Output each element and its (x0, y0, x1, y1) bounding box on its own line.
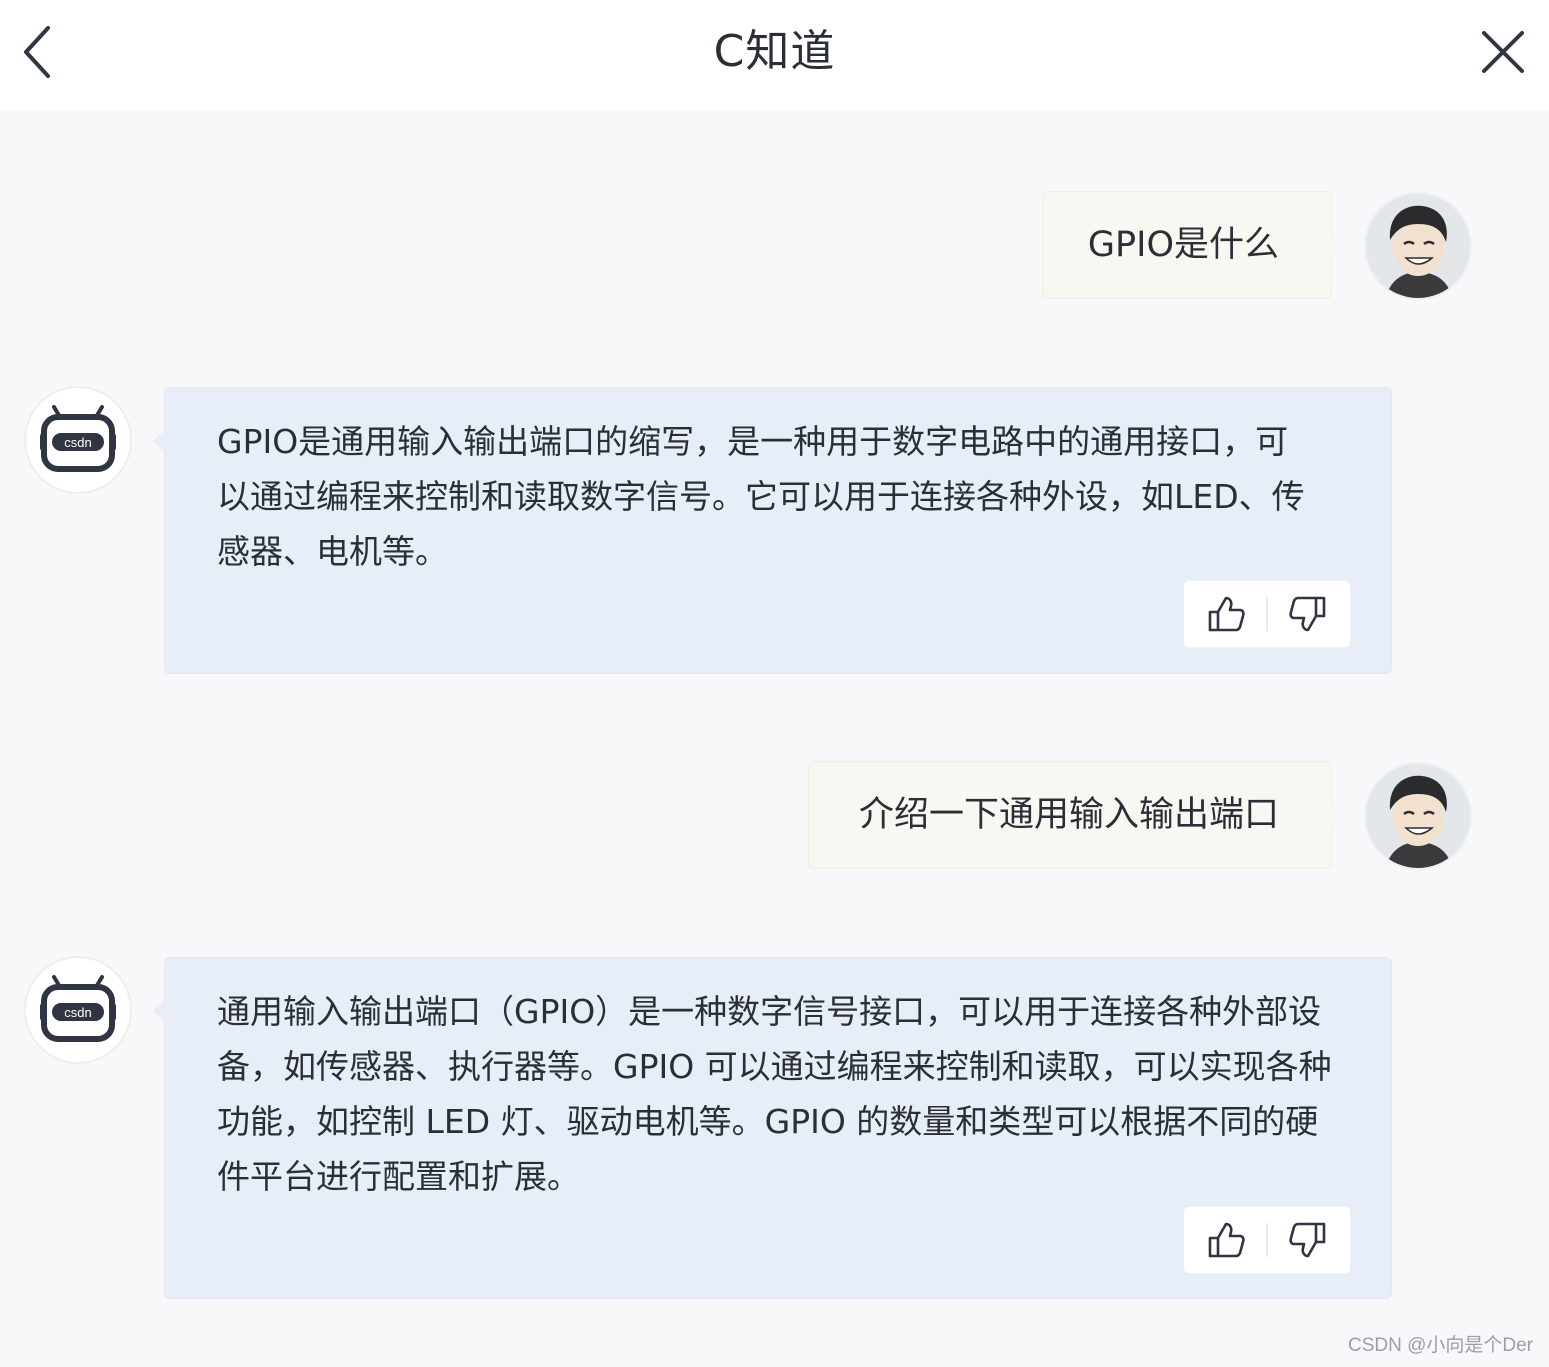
feedback-divider (1266, 1223, 1268, 1257)
close-button[interactable] (1470, 20, 1536, 84)
assistant-message-text: 通用输入输出端口（GPIO）是一种数字信号接口，可以用于连接各种外部设备，如传感… (217, 992, 1332, 1196)
assistant-message-text: GPIO是通用输入输出端口的缩写，是一种用于数字电路中的通用接口，可以通过编程来… (217, 422, 1305, 571)
bot-avatar-label: csdn (64, 1005, 91, 1020)
user-avatar-image (1366, 194, 1470, 298)
user-avatar-image (1366, 764, 1470, 868)
page-title: C知道 (713, 26, 836, 77)
bot-avatar: csdn (24, 956, 132, 1064)
user-message-bubble: 介绍一下通用输入输出端口 (808, 761, 1341, 869)
thumbs-up-icon (1208, 596, 1245, 632)
user-message-text: 介绍一下通用输入输出端口 (858, 795, 1279, 835)
like-button[interactable] (1204, 1216, 1248, 1264)
assistant-message-bubble: 通用输入输出端口（GPIO）是一种数字信号接口，可以用于连接各种外部设备，如传感… (153, 957, 1392, 1299)
dislike-button[interactable] (1286, 590, 1330, 638)
watermark: CSDN @小向是个Der (1347, 1335, 1533, 1356)
assistant-message-bubble: GPIO是通用输入输出端口的缩写，是一种用于数字电路中的通用接口，可以通过编程来… (153, 387, 1392, 674)
feedback-bar (1183, 580, 1351, 648)
close-icon (1482, 31, 1524, 73)
dislike-button[interactable] (1286, 1216, 1330, 1264)
user-avatar[interactable] (1364, 762, 1472, 870)
user-avatar[interactable] (1364, 192, 1472, 300)
feedback-bar (1183, 1206, 1351, 1274)
thumbs-down-icon (1289, 1222, 1326, 1258)
like-button[interactable] (1204, 590, 1248, 638)
thumbs-up-icon (1208, 1222, 1245, 1258)
feedback-divider (1266, 597, 1268, 631)
csdn-robot-icon: csdn (40, 975, 116, 1042)
thumbs-down-icon (1289, 596, 1326, 632)
bot-avatar-label: csdn (64, 435, 91, 450)
user-message-text: GPIO是什么 (1087, 225, 1279, 265)
header-bar: C知道 (0, 0, 1549, 110)
user-message-bubble: GPIO是什么 (1042, 191, 1341, 299)
bot-avatar: csdn (24, 386, 132, 494)
csdn-robot-icon: csdn (40, 405, 116, 472)
